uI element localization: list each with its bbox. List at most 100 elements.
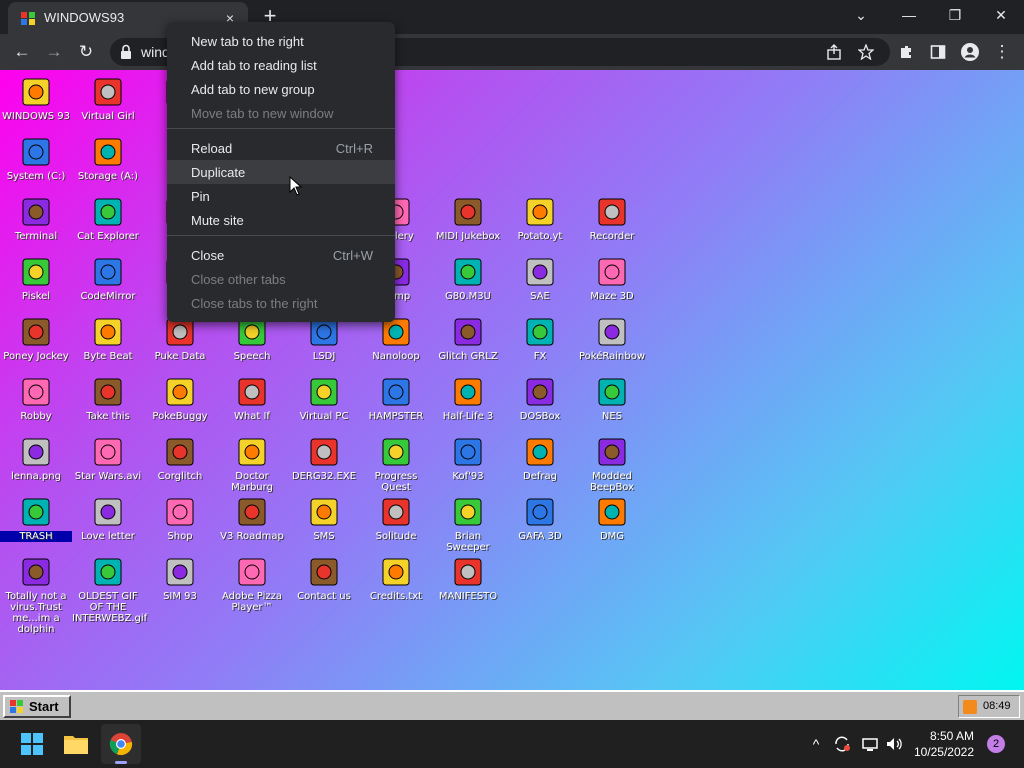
network-icon[interactable] xyxy=(860,734,880,754)
desktop-icon-label: TRASH xyxy=(0,531,72,542)
desktop-icon-label: Potato.yt xyxy=(517,231,563,242)
desktop-icon-kof-93[interactable]: Kof'93 xyxy=(432,436,504,482)
desktop-icon-progress-quest[interactable]: Progress Quest xyxy=(360,436,432,493)
forward-button[interactable]: → xyxy=(40,38,68,66)
menu-item-new-tab-to-the-right[interactable]: New tab to the right xyxy=(167,29,395,53)
sync-icon[interactable] xyxy=(832,734,852,754)
notification-badge[interactable]: 2 xyxy=(987,735,1005,753)
floppy-drive-icon xyxy=(94,138,122,166)
desktop-icon-nanoloop[interactable]: Nanoloop xyxy=(360,316,432,362)
desktop-icon-recorder[interactable]: Recorder xyxy=(576,196,648,242)
desktop-icon-trash[interactable]: TRASH xyxy=(0,496,72,542)
win93-logo-icon xyxy=(10,700,23,713)
side-panel-icon[interactable] xyxy=(930,44,946,60)
desktop-icon-hampster[interactable]: HAMPSTER xyxy=(360,376,432,422)
desktop-icon-what-if[interactable]: What If xyxy=(216,376,288,422)
desktop-icon-glitch-grlz[interactable]: Glitch GRLZ xyxy=(432,316,504,362)
menu-item-close[interactable]: Close Ctrl+W xyxy=(167,243,395,267)
menu-item-pin[interactable]: Pin xyxy=(167,184,395,208)
menu-item-add-tab-to-reading-list[interactable]: Add tab to reading list xyxy=(167,53,395,77)
desktop-icon-storage-a[interactable]: Storage (A:) xyxy=(72,136,144,182)
extensions-icon[interactable] xyxy=(898,44,914,60)
desktop-icon-solitude[interactable]: Solitude xyxy=(360,496,432,542)
desktop-icon-manifesto[interactable]: MANIFESTO xyxy=(432,556,504,602)
desktop-icon-sim-93[interactable]: SIM 93 xyxy=(144,556,216,602)
desktop-icon-take-this[interactable]: Take this xyxy=(72,376,144,422)
desktop-icon-fx[interactable]: FX xyxy=(504,316,576,362)
minimize-button[interactable]: — xyxy=(886,0,932,32)
desktop-icon-codemirror[interactable]: CodeMirror xyxy=(72,256,144,302)
desktop-icon-oldest-gif-of-the-interwebz-gif[interactable]: OLDEST GIF OF THE INTERWEBZ.gif xyxy=(72,556,147,624)
desktop-icon-shop[interactable]: Shop xyxy=(144,496,216,542)
desktop-icon-lenna-png[interactable]: lenna.png xyxy=(0,436,72,482)
desktop-icon-robby[interactable]: Robby xyxy=(0,376,72,422)
desktop-icon-speech[interactable]: Speech xyxy=(216,316,288,362)
doom-face-icon xyxy=(526,498,554,526)
file-explorer-icon[interactable] xyxy=(58,726,94,762)
desktop-icon-puke-data[interactable]: Puke Data xyxy=(144,316,216,362)
desktop-icon-corglitch[interactable]: Corglitch xyxy=(144,436,216,482)
close-window-button[interactable]: ✕ xyxy=(978,0,1024,32)
desktop-icon-label: SMS xyxy=(313,531,335,542)
menu-item-duplicate[interactable]: Duplicate xyxy=(167,160,395,184)
desktop-icon-sms[interactable]: SMS xyxy=(288,496,360,542)
desktop-icon-nes[interactable]: NES xyxy=(576,376,648,422)
desktop-icon-pokebuggy[interactable]: PokeBuggy xyxy=(144,376,216,422)
desktop-icon-star-wars-avi[interactable]: Star Wars.avi xyxy=(72,436,144,482)
bottle-icon xyxy=(382,498,410,526)
tab-search-icon[interactable]: ⌄ xyxy=(838,0,884,32)
desktop-icon-sae[interactable]: SAE xyxy=(504,256,576,302)
desktop-icon-half-life-3[interactable]: Half-Life 3 xyxy=(432,376,504,422)
desktop-icon-g80-m3u[interactable]: G80.M3U xyxy=(432,256,504,302)
desktop-icon-dmg[interactable]: DMG xyxy=(576,496,648,542)
reload-button[interactable]: ↻ xyxy=(72,38,100,66)
desktop-icon-derg32-exe[interactable]: DERG32.EXE xyxy=(288,436,360,482)
chrome-menu-button[interactable]: ⋮ xyxy=(988,38,1016,66)
desktop-icon-brian-sweeper[interactable]: Brian Sweeper xyxy=(432,496,504,553)
hamster-icon xyxy=(382,378,410,406)
maximize-button[interactable]: ❐ xyxy=(932,0,978,32)
desktop-icon-totally-not-a-virus-trust-me-im-a-dolphin[interactable]: Totally not a virus.Trust me...im a dolp… xyxy=(0,556,72,635)
desktop-icon-byte-beat[interactable]: Byte Beat xyxy=(72,316,144,362)
rss-icon[interactable] xyxy=(963,700,977,714)
desktop-icon-modded-beepbox[interactable]: Modded BeepBox xyxy=(576,436,648,493)
desktop-icon-dosbox[interactable]: DOSBox xyxy=(504,376,576,422)
desktop-icon-virtual-girl[interactable]: Virtual Girl xyxy=(72,76,144,122)
desktop-icon-potato-yt[interactable]: Potato.yt xyxy=(504,196,576,242)
desktop-icon-windows-93[interactable]: WINDOWS 93 xyxy=(0,76,72,122)
dolphin-icon xyxy=(22,558,50,586)
start-button[interactable]: Start xyxy=(3,695,71,718)
desktop-icon-poney-jockey[interactable]: Poney Jockey xyxy=(0,316,72,362)
desktop-icon-v3-roadmap[interactable]: V3 Roadmap xyxy=(216,496,288,542)
pizza-icon xyxy=(238,558,266,586)
desktop-icon-love-letter[interactable]: Love letter xyxy=(72,496,144,542)
menu-item-mute-site[interactable]: Mute site xyxy=(167,208,395,232)
taskbar-clock[interactable]: 8:50 AM 10/25/2022 xyxy=(904,728,974,760)
lock-icon[interactable] xyxy=(120,44,132,60)
desktop-icon-maze-3d[interactable]: Maze 3D xyxy=(576,256,648,302)
desktop-icon-gafa-3d[interactable]: GAFA 3D xyxy=(504,496,576,542)
share-icon[interactable] xyxy=(826,44,842,60)
volume-icon[interactable] xyxy=(884,734,904,754)
desktop-icon-terminal[interactable]: Terminal xyxy=(0,196,72,242)
bookmark-star-icon[interactable] xyxy=(858,44,874,60)
desktop-icon-system-c[interactable]: System (C:) xyxy=(0,136,72,182)
desktop-icon-pok-rainbow[interactable]: PokéRainbow xyxy=(576,316,648,362)
menu-item-reload[interactable]: Reload Ctrl+R xyxy=(167,136,395,160)
desktop-icon-defrag[interactable]: Defrag xyxy=(504,436,576,482)
profile-avatar-icon[interactable] xyxy=(960,42,980,62)
desktop-icon-virtual-pc[interactable]: Virtual PC xyxy=(288,376,360,422)
desktop-icon-lsdj[interactable]: LSDJ xyxy=(288,316,360,362)
windows-start-icon[interactable] xyxy=(14,726,50,762)
desktop-icon-adobe-pizza-player[interactable]: Adobe Pizza Player™ xyxy=(216,556,288,613)
chevron-up-icon[interactable]: ^ xyxy=(806,734,826,754)
menu-item-add-tab-to-new-group[interactable]: Add tab to new group xyxy=(167,77,395,101)
desktop-icon-midi-jukebox[interactable]: MIDI Jukebox xyxy=(432,196,504,242)
desktop-icon-doctor-marburg[interactable]: Doctor Marburg xyxy=(216,436,288,493)
back-button[interactable]: ← xyxy=(8,38,36,66)
desktop-icon-cat-explorer[interactable]: Cat Explorer xyxy=(72,196,144,242)
desktop-icon-credits-txt[interactable]: Credits.txt xyxy=(360,556,432,602)
chrome-taskbar-button[interactable] xyxy=(101,724,141,764)
desktop-icon-piskel[interactable]: Piskel xyxy=(0,256,72,302)
desktop-icon-contact-us[interactable]: Contact us xyxy=(288,556,360,602)
